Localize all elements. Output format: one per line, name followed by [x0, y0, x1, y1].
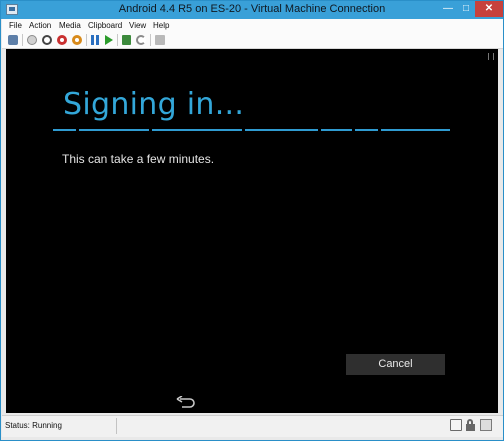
resume-icon[interactable]	[105, 35, 113, 45]
vm-screen[interactable]: Signing in... This can take a few minute…	[6, 49, 498, 413]
save-state-icon[interactable]	[72, 35, 82, 45]
shut-down-icon[interactable]	[57, 35, 67, 45]
revert-icon[interactable]	[136, 35, 146, 45]
toolbar-separator	[22, 34, 23, 46]
maximize-button[interactable]: □	[457, 1, 475, 17]
minimize-button[interactable]: —	[439, 1, 457, 17]
keyboard-icon	[450, 419, 462, 431]
menu-file[interactable]: File	[9, 21, 22, 30]
menu-help[interactable]: Help	[153, 21, 169, 30]
resize-handle-icon	[488, 53, 494, 60]
status-bar: Status: Running	[2, 415, 503, 437]
enhanced-session-icon[interactable]	[155, 35, 165, 45]
toolbar	[2, 32, 503, 49]
ctrl-alt-del-icon[interactable]	[8, 35, 18, 45]
menu-view[interactable]: View	[129, 21, 146, 30]
turn-off-icon[interactable]	[42, 35, 52, 45]
toolbar-separator	[86, 34, 87, 46]
cancel-button[interactable]: Cancel	[346, 354, 445, 375]
pause-icon[interactable]	[91, 35, 99, 45]
menu-clipboard[interactable]: Clipboard	[88, 21, 122, 30]
toolbar-separator	[150, 34, 151, 46]
vm-status: Status: Running	[5, 421, 62, 430]
lock-icon	[465, 419, 477, 431]
vm-connection-window: Android 4.4 R5 on ES-20 - Virtual Machin…	[0, 0, 504, 441]
menu-bar: File Action Media Clipboard View Help	[2, 19, 503, 32]
status-message: This can take a few minutes.	[62, 152, 215, 166]
checkpoint-icon[interactable]	[122, 35, 131, 45]
back-icon[interactable]	[176, 396, 196, 408]
menu-action[interactable]: Action	[29, 21, 51, 30]
menu-media[interactable]: Media	[59, 21, 81, 30]
page-title: Signing in...	[63, 87, 245, 122]
start-icon[interactable]	[27, 35, 37, 45]
title-bar[interactable]: Android 4.4 R5 on ES-20 - Virtual Machin…	[1, 1, 503, 19]
window-title: Android 4.4 R5 on ES-20 - Virtual Machin…	[118, 3, 386, 15]
mouse-capture-icon	[480, 419, 492, 431]
toolbar-separator	[117, 34, 118, 46]
close-button[interactable]: ✕	[475, 1, 503, 17]
status-divider	[116, 418, 117, 434]
title-underline	[53, 129, 450, 131]
